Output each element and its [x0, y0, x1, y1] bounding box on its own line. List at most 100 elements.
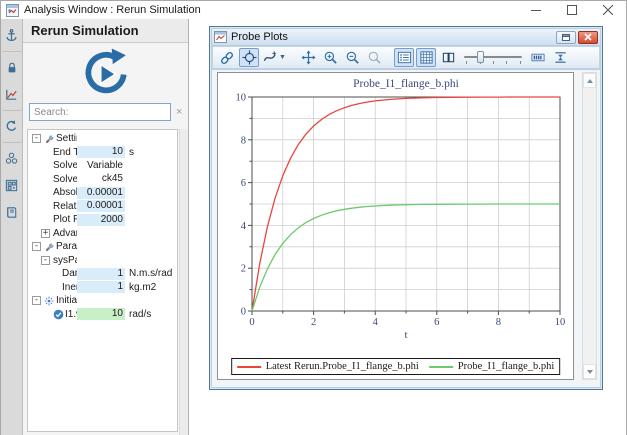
legend-entry: Latest Rerun.Probe_I1_flange_b.phi	[237, 361, 419, 372]
tree-value-field	[77, 133, 125, 145]
tree-value-field[interactable]: 2000	[77, 214, 125, 226]
tree-value-field[interactable]: 10	[77, 308, 125, 320]
probe-close-button[interactable]	[578, 31, 598, 44]
link-icon[interactable]	[217, 48, 237, 67]
collapse-vertical-icon[interactable]	[550, 48, 570, 67]
tree-value-field[interactable]: 1	[77, 268, 125, 280]
search-clear-icon[interactable]: ×	[176, 106, 182, 118]
tree-row[interactable]: Solver TypeVariable	[28, 159, 177, 173]
legend-toggle-icon[interactable]	[394, 48, 414, 67]
tree-row[interactable]: Plot Points2000	[28, 213, 177, 227]
probe-toolbar: ▼	[212, 46, 600, 69]
tree-value-field[interactable]: 0.00001	[77, 187, 125, 199]
zoom-fit-icon[interactable]	[364, 48, 384, 67]
svg-text:8: 8	[496, 317, 501, 328]
tree-expander[interactable]: -	[32, 134, 41, 143]
tree-label: Parameters	[56, 241, 77, 252]
svg-text:2: 2	[311, 317, 316, 328]
lock-icon[interactable]	[2, 54, 22, 81]
legend-line-swatch	[237, 366, 261, 368]
parameter-tree: -SettingsEnd Time10sSolver TypeVariableS…	[27, 129, 178, 432]
divider	[2, 51, 22, 52]
components-icon[interactable]	[2, 172, 22, 199]
probe-plots-window: Probe Plots	[209, 26, 603, 390]
plot-area[interactable]: Probe_I1_flange_b.phi02468100246810t Lat…	[217, 72, 574, 380]
tree-row[interactable]: I1.w10rad/s	[28, 308, 177, 322]
slider-handle[interactable]	[477, 51, 484, 63]
pan-icon[interactable]	[298, 48, 318, 67]
tree-row[interactable]: End Time10s	[28, 146, 177, 160]
minimize-button[interactable]	[518, 1, 554, 19]
legend-entry: Probe_I1_flange_b.phi	[429, 361, 555, 372]
sun-icon	[44, 296, 56, 306]
tree-expander[interactable]: +	[41, 229, 50, 238]
tree-row[interactable]: Absolute Error Tol...0.00001	[28, 186, 177, 200]
scroll-down-button[interactable]	[583, 364, 596, 379]
tree-label: sysParams	[53, 255, 77, 266]
plot-scrollbar[interactable]	[582, 72, 597, 380]
tree-value-field	[77, 295, 125, 307]
wrench-icon	[44, 134, 56, 144]
tree-row[interactable]: Damping1N.m.s/rad	[28, 267, 177, 281]
legend-label: Probe_I1_flange_b.phi	[458, 361, 555, 372]
tree-value-field[interactable]: Variable	[77, 160, 125, 172]
tree-row[interactable]: Solverck45	[28, 173, 177, 187]
rerun-icon[interactable]	[2, 113, 22, 140]
tree-row[interactable]: Relative Error Tole...0.00001	[28, 200, 177, 214]
tree-unit: rad/s	[125, 309, 177, 320]
tree-row[interactable]: -Settings	[28, 132, 177, 146]
cursor-line-icon[interactable]	[438, 48, 458, 67]
tree-row[interactable]: +Advanced	[28, 227, 177, 241]
chart[interactable]: Probe_I1_flange_b.phi02468100246810t	[218, 73, 574, 357]
legend-label: Latest Rerun.Probe_I1_flange_b.phi	[266, 361, 419, 372]
add-curve-icon[interactable]: ▼	[261, 48, 288, 67]
trace-bars-icon[interactable]	[528, 48, 548, 67]
tree-label: Advanced	[53, 228, 77, 239]
tree-value-field[interactable]: 0.00001	[77, 200, 125, 212]
anchor-icon[interactable]	[2, 22, 22, 49]
panel-title: Rerun Simulation	[23, 19, 188, 43]
tree-row[interactable]: -sysParams	[28, 254, 177, 268]
wrench-icon	[44, 242, 56, 252]
scroll-up-button[interactable]	[583, 73, 596, 88]
close-button[interactable]	[590, 1, 626, 19]
rerun-simulation-button[interactable]	[82, 48, 130, 96]
search-input[interactable]	[29, 103, 171, 121]
tool-strip	[1, 19, 23, 435]
probe-cursor-icon[interactable]	[239, 48, 259, 67]
tree-row[interactable]: - Parameters	[28, 240, 177, 254]
tree-label: End Time	[53, 147, 77, 158]
zoom-out-icon[interactable]	[342, 48, 362, 67]
probe-window-icon	[214, 31, 227, 43]
time-slider[interactable]	[464, 50, 522, 66]
divider	[2, 142, 22, 143]
chart-legend: Latest Rerun.Probe_I1_flange_b.phi Probe_…	[231, 358, 561, 375]
tree-expander[interactable]: -	[32, 296, 41, 305]
svg-text:4: 4	[241, 221, 247, 232]
svg-text:8: 8	[241, 135, 246, 146]
panel-scrollbar[interactable]	[179, 129, 188, 435]
plot-icon[interactable]	[2, 81, 22, 108]
svg-text:2: 2	[241, 264, 246, 275]
grid-toggle-icon[interactable]	[416, 48, 436, 67]
tree-value-field	[77, 254, 125, 266]
tree-value-field[interactable]: 10	[77, 146, 125, 158]
tree-expander[interactable]: -	[32, 242, 41, 251]
tree-value-field[interactable]: ck45	[77, 173, 125, 185]
tree-row[interactable]: Inertia1kg.m2	[28, 281, 177, 295]
probe-titlebar[interactable]: Probe Plots	[212, 29, 600, 45]
tree-label: Solver Type	[53, 160, 77, 171]
probe-restore-button[interactable]	[556, 31, 576, 44]
maximize-button[interactable]	[554, 1, 590, 19]
tree-label: Inertia	[62, 282, 77, 293]
workspace: Probe Plots	[189, 19, 626, 435]
tree-expander[interactable]: -	[41, 256, 50, 265]
library-icon[interactable]	[2, 199, 22, 226]
tree-value-field[interactable]: 1	[77, 281, 125, 293]
window-title: Analysis Window : Rerun Simulation	[24, 4, 201, 16]
svg-text:0: 0	[249, 317, 254, 328]
model-icon[interactable]	[2, 145, 22, 172]
zoom-in-icon[interactable]	[320, 48, 340, 67]
probe-content: Probe_I1_flange_b.phi02468100246810t Lat…	[212, 70, 600, 387]
tree-row[interactable]: -Initial	[28, 294, 177, 308]
